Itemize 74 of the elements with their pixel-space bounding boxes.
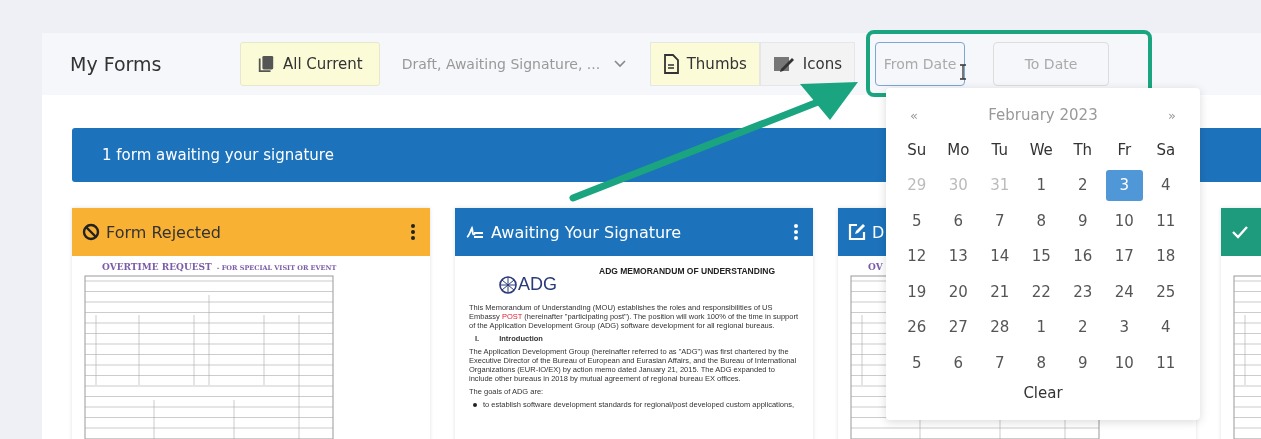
bullet-icon xyxy=(473,402,477,407)
icons-button[interactable]: Icons xyxy=(759,42,855,86)
day-cell[interactable]: 9 xyxy=(1064,347,1102,379)
day-cell[interactable]: 21 xyxy=(981,276,1019,308)
day-cell[interactable]: 8 xyxy=(1022,205,1060,237)
weekday-label: We xyxy=(1028,139,1054,161)
day-cell[interactable]: 9 xyxy=(1064,205,1102,237)
day-cell[interactable]: 26 xyxy=(898,311,936,343)
edit-icon xyxy=(848,223,866,241)
day-cell[interactable]: 1 xyxy=(1022,169,1060,201)
day-cell[interactable]: 6 xyxy=(939,347,977,379)
check-icon xyxy=(1231,225,1249,239)
day-cell[interactable]: 15 xyxy=(1022,240,1060,272)
weekday-label: Su xyxy=(906,139,928,161)
day-cell[interactable]: 11 xyxy=(1147,205,1185,237)
to-date-field[interactable]: To Date xyxy=(993,42,1109,86)
form-heading: OVERTIME REQUEST xyxy=(102,262,212,272)
day-cell[interactable]: 1 xyxy=(1022,311,1060,343)
day-cell[interactable]: 20 xyxy=(939,276,977,308)
weekday-label: Tu xyxy=(990,139,1009,161)
day-cell[interactable]: 10 xyxy=(1105,205,1143,237)
weekday-label: Fr xyxy=(1116,139,1133,161)
day-cell[interactable]: 4 xyxy=(1147,169,1185,201)
day-cell[interactable]: 6 xyxy=(939,205,977,237)
day-cell[interactable]: 4 xyxy=(1147,311,1185,343)
more-options-icon[interactable] xyxy=(793,223,799,241)
day-cell[interactable]: 5 xyxy=(898,205,936,237)
day-cell[interactable]: 5 xyxy=(898,347,936,379)
day-cell[interactable]: 14 xyxy=(981,240,1019,272)
day-cell[interactable]: 28 xyxy=(981,311,1019,343)
memo-heading: ADG MEMORANDUM OF UNDERSTANDING xyxy=(599,266,775,276)
thumbs-button[interactable]: Thumbs xyxy=(649,42,760,86)
ban-icon xyxy=(82,223,100,241)
weekday-label: Th xyxy=(1072,139,1094,161)
signature-icon xyxy=(465,224,485,240)
notice-text: 1 form awaiting your signature xyxy=(102,146,334,164)
card-title: Form Rejected xyxy=(106,222,222,242)
globe-logo-icon xyxy=(499,275,517,294)
clear-button[interactable]: Clear xyxy=(1017,382,1069,403)
card-title: Awaiting Your Signature xyxy=(491,222,683,242)
text-cursor-icon xyxy=(959,64,967,80)
day-cell[interactable]: 23 xyxy=(1064,276,1102,308)
day-cell[interactable]: 19 xyxy=(898,276,936,308)
day-cell[interactable]: 3 xyxy=(1105,311,1143,343)
day-cell[interactable]: 2 xyxy=(1064,311,1102,343)
weekday-label: Mo xyxy=(946,139,971,161)
day-cell[interactable]: 27 xyxy=(939,311,977,343)
from-date-field[interactable]: From Date xyxy=(875,42,965,86)
logo-text: ADG xyxy=(518,274,557,295)
day-cell[interactable]: 24 xyxy=(1105,276,1143,308)
day-cell[interactable]: 13 xyxy=(939,240,977,272)
day-cell[interactable]: 7 xyxy=(981,205,1019,237)
more-options-icon[interactable] xyxy=(410,223,416,241)
card-title: D xyxy=(872,222,886,242)
day-cell[interactable]: 8 xyxy=(1022,347,1060,379)
day-cell[interactable]: 12 xyxy=(898,240,936,272)
day-cell[interactable]: 17 xyxy=(1105,240,1143,272)
page-title: My Forms xyxy=(70,53,163,75)
form-card[interactable] xyxy=(455,208,813,439)
day-cell[interactable]: 16 xyxy=(1064,240,1102,272)
form-heading: OV xyxy=(868,262,883,272)
chevron-down-icon xyxy=(614,60,627,68)
day-cell[interactable]: 10 xyxy=(1105,347,1143,379)
image-pen-icon xyxy=(772,54,795,74)
weekday-label: Sa xyxy=(1155,139,1177,161)
copy-icon xyxy=(257,54,275,74)
day-cell[interactable]: 11 xyxy=(1147,347,1185,379)
day-cell[interactable]: 22 xyxy=(1022,276,1060,308)
day-cell[interactable]: 18 xyxy=(1147,240,1185,272)
file-icon xyxy=(662,54,679,74)
day-cell[interactable]: 25 xyxy=(1147,276,1185,308)
day-cell[interactable]: 7 xyxy=(981,347,1019,379)
all-current-button[interactable]: All Current xyxy=(240,42,380,86)
day-cell[interactable]: 2 xyxy=(1064,169,1102,201)
